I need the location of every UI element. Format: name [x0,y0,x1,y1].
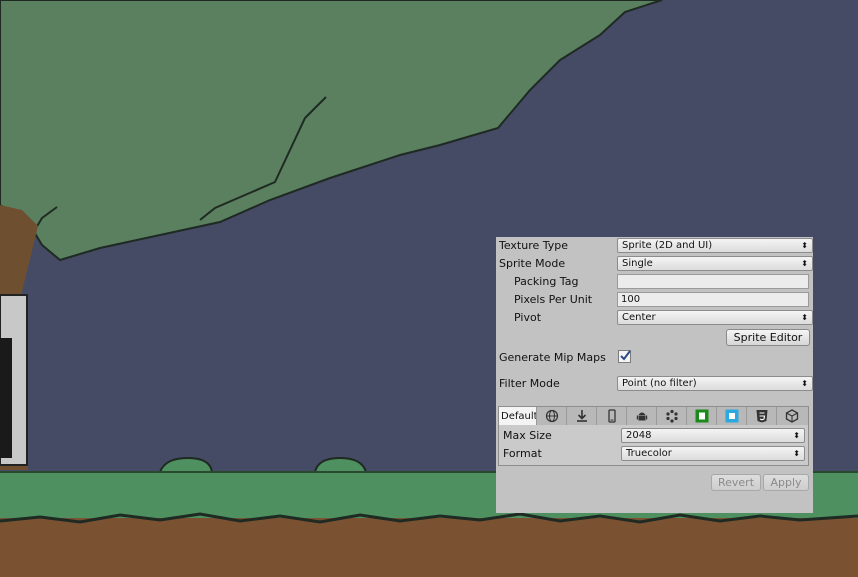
unity-cube-icon [785,409,799,423]
pivot-row: Pivot Center ⬍ [496,309,813,327]
house-door [0,338,12,458]
texture-type-row: Texture Type Sprite (2D and UI) ⬍ [496,237,813,255]
tab-ios[interactable] [597,407,627,425]
updown-arrow-icon: ⬍ [801,379,808,388]
format-value: Truecolor [626,448,672,459]
pixels-per-unit-value: 100 [621,294,641,305]
download-icon [576,410,587,422]
pivot-value: Center [622,312,656,323]
format-row: Format Truecolor ⬍ [499,445,808,463]
max-size-value: 2048 [626,430,652,441]
updown-arrow-icon: ⬍ [801,259,808,268]
pixels-per-unit-label: Pixels Per Unit [514,293,593,306]
format-label: Format [503,447,542,460]
tab-android[interactable] [627,407,657,425]
tab-xbox[interactable] [687,407,717,425]
html5-icon [756,410,767,423]
packing-tag-input[interactable] [617,274,809,289]
packing-tag-label: Packing Tag [514,275,579,288]
pivot-dropdown[interactable]: Center ⬍ [617,310,813,325]
max-size-row: Max Size 2048 ⬍ [499,427,808,445]
filter-mode-row: Filter Mode Point (no filter) ⬍ [496,375,813,393]
checkmark-icon [620,350,631,361]
texture-import-inspector: Texture Type Sprite (2D and UI) ⬍ Sprite… [496,237,813,513]
tab-webgl[interactable] [747,407,777,425]
phone-icon [607,409,616,423]
platform-settings-panel: Max Size 2048 ⬍ Format Truecolor ⬍ [498,425,809,466]
blackberry-icon [665,409,678,423]
tab-default[interactable]: Default [499,407,537,425]
generate-mip-maps-checkbox[interactable] [618,350,631,363]
max-size-label: Max Size [503,429,552,442]
xbox-icon [695,409,708,423]
revert-button[interactable]: Revert [711,474,761,491]
sprite-editor-button[interactable]: Sprite Editor [726,329,810,346]
windows-store-icon [725,409,738,423]
sprite-mode-label: Sprite Mode [499,257,566,270]
updown-arrow-icon: ⬍ [793,449,800,458]
tab-blackberry[interactable] [657,407,687,425]
platform-tab-bar: Default [498,406,809,426]
tab-web[interactable] [537,407,567,425]
packing-tag-row: Packing Tag [496,273,813,291]
globe-icon [545,409,558,423]
sprite-mode-value: Single [622,258,653,269]
filter-mode-value: Point (no filter) [622,378,697,389]
pivot-label: Pivot [514,311,542,324]
dirt-ground [0,518,858,577]
updown-arrow-icon: ⬍ [801,313,808,322]
filter-mode-dropdown[interactable]: Point (no filter) ⬍ [617,376,813,391]
updown-arrow-icon: ⬍ [793,431,800,440]
texture-type-label: Texture Type [499,239,569,252]
generate-mip-maps-row: Generate Mip Maps [496,349,813,367]
tab-samsung-tv[interactable] [777,407,807,425]
sprite-mode-row: Sprite Mode Single ⬍ [496,255,813,273]
texture-type-dropdown[interactable]: Sprite (2D and UI) ⬍ [617,238,813,253]
texture-type-value: Sprite (2D and UI) [622,240,713,251]
tab-windows-store[interactable] [717,407,747,425]
apply-button[interactable]: Apply [763,474,809,491]
max-size-dropdown[interactable]: 2048 ⬍ [621,428,805,443]
updown-arrow-icon: ⬍ [801,241,808,250]
format-dropdown[interactable]: Truecolor ⬍ [621,446,805,461]
pixels-per-unit-input[interactable]: 100 [617,292,809,307]
pixels-per-unit-row: Pixels Per Unit 100 [496,291,813,309]
filter-mode-label: Filter Mode [499,377,560,390]
generate-mip-maps-label: Generate Mip Maps [499,351,606,364]
tab-standalone[interactable] [567,407,597,425]
sprite-mode-dropdown[interactable]: Single ⬍ [617,256,813,271]
android-icon [636,412,647,421]
